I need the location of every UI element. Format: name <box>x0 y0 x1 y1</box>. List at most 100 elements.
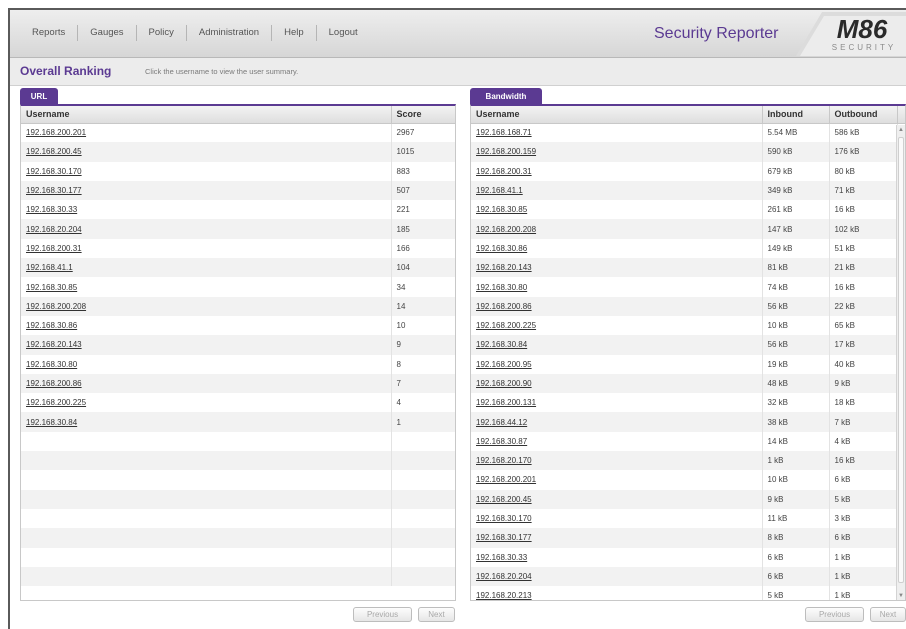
url-username-link[interactable]: 192.168.30.80 <box>26 360 77 369</box>
url-table-header: Username Score <box>21 106 455 124</box>
bandwidth-table-row: 192.168.30.80 74 kB 16 kB <box>471 277 905 297</box>
url-ranking-panel: Username Score 192.168.200.201 2967 192.16… <box>20 104 456 601</box>
bandwidth-value-cell: 16 kB <box>829 451 898 471</box>
bandwidth-username-cell: 192.168.200.90 <box>471 373 763 394</box>
url-username-link[interactable]: 192.168.200.31 <box>26 244 82 253</box>
url-username-link[interactable]: 192.168.20.143 <box>26 340 82 349</box>
url-next-button[interactable]: Next <box>418 607 455 622</box>
url-value-cell: 4 <box>391 393 455 413</box>
bandwidth-username-cell: 192.168.200.159 <box>471 142 763 162</box>
menu-gauges[interactable]: Gauges <box>78 25 137 41</box>
bandwidth-value-cell: 5.54 MB <box>762 123 830 143</box>
tab-bandwidth[interactable]: Bandwidth <box>470 88 542 104</box>
bandwidth-username-link[interactable]: 192.168.200.90 <box>476 379 532 388</box>
bandwidth-previous-button[interactable]: Previous <box>805 607 864 622</box>
bandwidth-table-row: 192.168.30.85 261 kB 16 kB <box>471 200 905 220</box>
bandwidth-ranking-panel: Username Inbound Outbound 192.168.168.71… <box>470 104 906 601</box>
url-username-link[interactable]: 192.168.200.208 <box>26 302 86 311</box>
bandwidth-column-outbound[interactable]: Outbound <box>829 106 898 124</box>
bandwidth-username-link[interactable]: 192.168.200.208 <box>476 225 536 234</box>
bandwidth-username-link[interactable]: 192.168.200.86 <box>476 302 532 311</box>
top-navigation-bar: Reports Gauges Policy Administration Hel… <box>10 10 906 58</box>
app-title: Security Reporter <box>654 25 779 42</box>
bandwidth-username-link[interactable]: 192.168.20.143 <box>476 263 532 272</box>
url-username-link[interactable]: 192.168.30.177 <box>26 186 82 195</box>
url-username-link[interactable]: 192.168.200.45 <box>26 147 82 156</box>
url-table-row: 192.168.30.80 8 <box>21 354 455 374</box>
page-header: Overall Ranking Click the username to vi… <box>10 58 906 86</box>
url-username-link[interactable]: 192.168.30.170 <box>26 167 82 176</box>
bandwidth-username-link[interactable]: 192.168.41.1 <box>476 186 523 195</box>
menu-administration[interactable]: Administration <box>187 25 273 41</box>
url-table-row <box>21 431 455 452</box>
menu-policy[interactable]: Policy <box>137 25 187 41</box>
bandwidth-value-cell: 17 kB <box>829 335 898 355</box>
menu-help[interactable]: Help <box>272 25 317 41</box>
bandwidth-username-cell: 192.168.200.95 <box>471 354 763 374</box>
bandwidth-username-link[interactable]: 192.168.20.213 <box>476 591 532 600</box>
menu-reports[interactable]: Reports <box>20 25 79 41</box>
bandwidth-username-cell: 192.168.30.87 <box>471 431 763 452</box>
url-table-row: 192.168.200.208 14 <box>21 296 455 316</box>
bandwidth-value-cell: 6 kB <box>762 547 830 567</box>
bandwidth-username-link[interactable]: 192.168.30.177 <box>476 533 532 542</box>
url-value-cell: 9 <box>391 335 455 355</box>
bandwidth-username-link[interactable]: 192.168.200.131 <box>476 398 536 407</box>
bandwidth-username-link[interactable]: 192.168.200.31 <box>476 167 532 176</box>
bandwidth-scrollbar[interactable]: ▲ ▼ <box>896 125 905 600</box>
bandwidth-username-link[interactable]: 192.168.200.201 <box>476 475 536 484</box>
bandwidth-value-cell: 81 kB <box>762 258 830 278</box>
bandwidth-username-link[interactable]: 192.168.30.86 <box>476 244 527 253</box>
bandwidth-table-row: 192.168.20.213 5 kB 1 kB <box>471 586 905 600</box>
bandwidth-next-button[interactable]: Next <box>870 607 906 622</box>
tab-url[interactable]: URL <box>20 88 58 104</box>
url-value-cell: 104 <box>391 258 455 278</box>
bandwidth-username-link[interactable]: 192.168.200.159 <box>476 147 536 156</box>
url-column-score[interactable]: Score <box>391 106 455 124</box>
url-value-cell: 1015 <box>391 142 455 162</box>
url-username-cell: 192.168.30.85 <box>21 277 392 297</box>
url-username-link[interactable]: 192.168.30.85 <box>26 283 77 292</box>
scroll-up-arrow-icon[interactable]: ▲ <box>897 125 905 135</box>
url-table-row <box>21 470 455 490</box>
url-previous-button[interactable]: Previous <box>353 607 412 622</box>
url-username-cell: 192.168.41.1 <box>21 258 392 278</box>
url-username-link[interactable]: 192.168.200.201 <box>26 128 86 137</box>
url-column-username[interactable]: Username <box>21 106 392 124</box>
bandwidth-username-link[interactable]: 192.168.20.170 <box>476 456 532 465</box>
url-username-link[interactable]: 192.168.30.33 <box>26 205 77 214</box>
bandwidth-username-link[interactable]: 192.168.168.71 <box>476 128 532 137</box>
url-username-link[interactable]: 192.168.20.204 <box>26 225 82 234</box>
logo-text: M86 <box>837 14 888 44</box>
bandwidth-username-link[interactable]: 192.168.200.95 <box>476 360 532 369</box>
bandwidth-username-link[interactable]: 192.168.30.85 <box>476 205 527 214</box>
bandwidth-username-link[interactable]: 192.168.200.225 <box>476 321 536 330</box>
url-value-cell: 883 <box>391 161 455 181</box>
menu-logout[interactable]: Logout <box>317 25 370 41</box>
bandwidth-value-cell: 261 kB <box>762 200 830 220</box>
url-username-link[interactable]: 192.168.41.1 <box>26 263 73 272</box>
bandwidth-column-inbound[interactable]: Inbound <box>762 106 830 124</box>
bandwidth-table-row: 192.168.200.90 48 kB 9 kB <box>471 373 905 394</box>
bandwidth-username-link[interactable]: 192.168.30.33 <box>476 553 527 562</box>
bandwidth-value-cell: 3 kB <box>829 508 898 529</box>
scrollbar-thumb[interactable] <box>898 137 904 583</box>
bandwidth-username-link[interactable]: 192.168.30.80 <box>476 283 527 292</box>
url-username-cell: 192.168.200.45 <box>21 142 392 162</box>
url-username-link[interactable]: 192.168.200.225 <box>26 398 86 407</box>
bandwidth-username-link[interactable]: 192.168.30.87 <box>476 437 527 446</box>
bandwidth-username-link[interactable]: 192.168.30.84 <box>476 340 527 349</box>
url-username-link[interactable]: 192.168.30.86 <box>26 321 77 330</box>
bandwidth-username-link[interactable]: 192.168.200.45 <box>476 495 532 504</box>
bandwidth-username-link[interactable]: 192.168.44.12 <box>476 418 527 427</box>
bandwidth-username-link[interactable]: 192.168.30.170 <box>476 514 532 523</box>
url-username-link[interactable]: 192.168.30.84 <box>26 418 77 427</box>
url-username-link[interactable]: 192.168.200.86 <box>26 379 82 388</box>
bandwidth-value-cell: 38 kB <box>762 412 830 432</box>
bandwidth-value-cell: 22 kB <box>829 296 898 316</box>
bandwidth-column-username[interactable]: Username <box>471 106 763 124</box>
bandwidth-username-link[interactable]: 192.168.20.204 <box>476 572 532 581</box>
bandwidth-table-row: 192.168.30.84 56 kB 17 kB <box>471 335 905 355</box>
url-value-cell: 166 <box>391 238 455 259</box>
scroll-down-arrow-icon[interactable]: ▼ <box>897 591 905 600</box>
